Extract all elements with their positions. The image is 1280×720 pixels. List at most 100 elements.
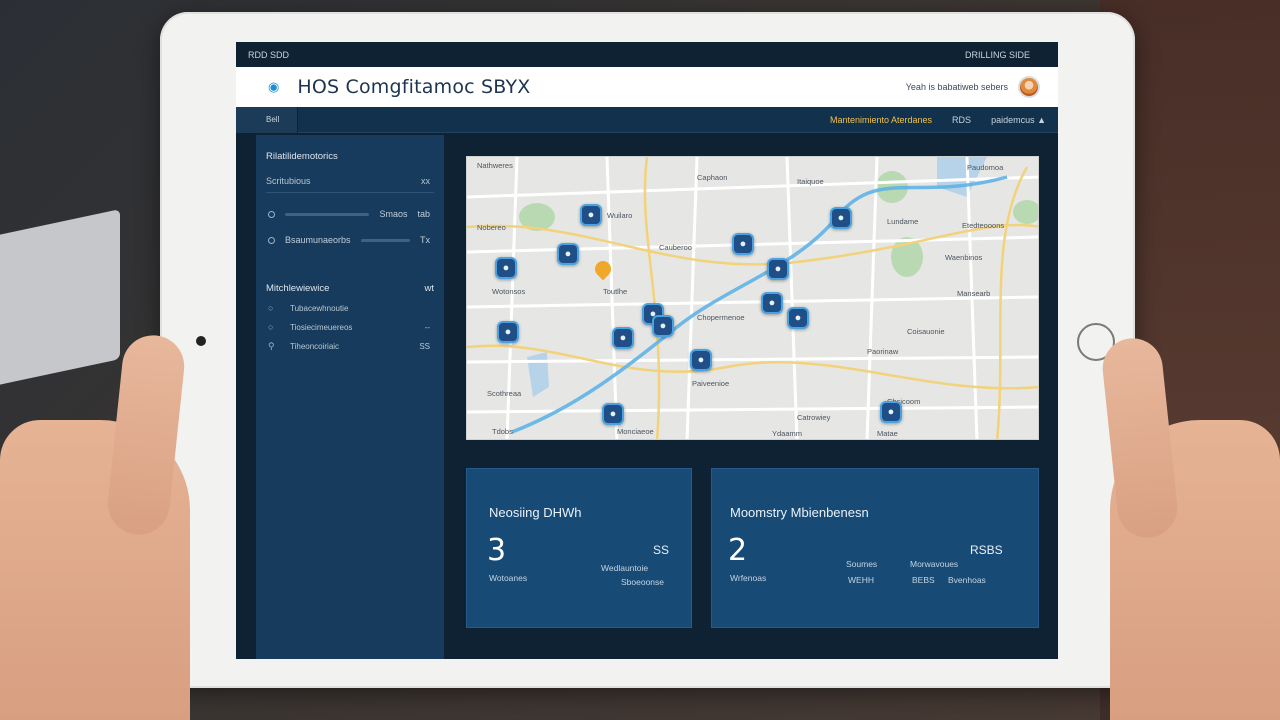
map-label: Chopermenoe (697, 313, 745, 322)
map-label: Lundame (887, 217, 919, 226)
circle-icon: ○ (268, 322, 274, 332)
location-icon: ⚲ (268, 341, 275, 351)
sidebar-item[interactable]: ○ Tubacewhnoutie (256, 294, 444, 313)
sidebar-item[interactable]: ○ Tiosiecimeuereos -- (256, 313, 444, 332)
status-right: DRILLING SIDE (964, 49, 1030, 60)
map-label: Catrowiey (797, 413, 831, 422)
map-label: Caphaon (697, 173, 728, 182)
header-status-text: Yeah is babatiweb sebers (905, 82, 1008, 92)
map-label: Tdobs (492, 427, 513, 436)
map-label: Matae (877, 429, 898, 438)
sidebar-heading: Rilatilidemotorics (266, 151, 338, 162)
card-top-right: RSBS (970, 543, 1003, 557)
map-label: Cauberoo (659, 243, 692, 252)
vehicle-icon[interactable]: ● (495, 257, 517, 279)
card-bottom-b: BEBS (912, 575, 935, 585)
map-roads (467, 157, 1038, 439)
card-bottom-a: WEHH (848, 575, 874, 585)
card-sub-label: Wrfenoas (730, 573, 767, 583)
vehicle-icon[interactable]: ● (732, 233, 754, 255)
vehicle-icon[interactable]: ● (787, 307, 809, 329)
vehicle-icon[interactable]: ● (557, 243, 579, 265)
card-bottom-right: Sboeoonse (621, 577, 665, 587)
vehicle-icon[interactable]: ● (652, 315, 674, 337)
sidebar-subheading-badge: xx (421, 176, 430, 186)
sidebar-progress-bar (285, 212, 370, 216)
vehicle-icon[interactable]: ● (580, 204, 602, 226)
sidebar-item[interactable]: ⚲ Tiheoncoiriaic SS (256, 332, 444, 352)
user-avatar-icon[interactable] (1018, 76, 1040, 98)
map-label: Paiveenioe (692, 379, 730, 388)
map-label: Itaiquoe (797, 177, 824, 186)
map-label: Nobereo (477, 223, 506, 232)
map-label: Toutlhe (603, 287, 628, 296)
map-label: Waenbinos (945, 253, 983, 262)
sidebar-item-label: Tiheoncoiriaic (290, 342, 340, 351)
fleet-map[interactable]: Nathweres Caphaon Itaiquoe Paudomoa Wuil… (466, 156, 1039, 440)
card-bottom-c: Bvenhoas (948, 575, 986, 585)
map-label: Monciaeoe (617, 427, 654, 436)
stat-card-1[interactable]: Neosiing DHWh 3 Wotoanes SS Wedlauntoie … (466, 468, 692, 628)
sidebar-section-badge: wt (424, 283, 435, 294)
sidebar-row-2[interactable]: Bsaumunaeorbs Tx (256, 219, 444, 245)
front-camera (196, 336, 206, 346)
app-title: HOS Comgfitamoc SBYX (297, 76, 531, 98)
map-label: Wuilaro (607, 211, 633, 220)
nav-links: Mantenimiento Aterdanes RDS paidemcus ▲ (830, 115, 1046, 125)
sidebar-row-value: tab (417, 209, 430, 219)
background-paper (0, 209, 120, 391)
vehicle-icon[interactable]: ● (612, 327, 634, 349)
vehicle-icon[interactable]: ● (761, 292, 783, 314)
sidebar-row-label: Bsaumunaeorbs (285, 235, 351, 245)
vehicle-icon[interactable]: ● (602, 403, 624, 425)
card-sub-label: Wotoanes (489, 573, 528, 583)
map-label: Nathweres (477, 161, 513, 170)
card-mid-a: Soumes (846, 559, 878, 569)
map-label: Etedteooons (962, 221, 1005, 230)
sidebar-item-label: Tiosiecimeuereos (290, 322, 353, 332)
status-left: RDD SDD (248, 49, 290, 60)
sidebar-subheading: Scritubious (266, 176, 311, 186)
sidebar-section-title: Mitchlewiewice (266, 283, 330, 294)
nav-bar: Bell Mantenimiento Aterdanes RDS paidemc… (236, 106, 1058, 133)
map-label: Mansearb (957, 289, 991, 298)
sidebar-row-value: Tx (420, 235, 430, 245)
map-label: Coisauonie (907, 327, 945, 336)
sidebar: Rilatilidemotorics Scritubious xx Smaos … (256, 135, 444, 659)
map-label: Paudomoa (967, 163, 1004, 172)
card-mid-right: Wedlauntoie (601, 563, 649, 573)
tab-bell[interactable]: Bell (236, 106, 299, 133)
map-label: Wotonsos (492, 287, 526, 296)
radio-button[interactable] (268, 210, 275, 218)
vehicle-icon[interactable]: ● (767, 258, 789, 280)
nav-link-rds[interactable]: RDS (952, 115, 971, 125)
vehicle-icon[interactable]: ● (690, 349, 712, 371)
card-title: Neosiing DHWh (489, 505, 582, 520)
sidebar-subheading-row: Scritubious xx (256, 162, 444, 186)
map-label: Paorinaw (867, 347, 899, 356)
map-label: Scothreaa (487, 389, 522, 398)
sidebar-item-label: Tubacewhnoutie (290, 303, 349, 313)
card-title: Moomstry Mbienbenesn (730, 505, 869, 520)
vehicle-icon[interactable]: ● (830, 207, 852, 229)
tablet-screen: RDD SDD DRILLING SIDE ◉ HOS Comgfitamoc … (236, 42, 1058, 659)
nav-link-paidemcus[interactable]: paidemcus ▲ (991, 115, 1046, 125)
stat-card-2[interactable]: Moomstry Mbienbenesn 2 Wrfenoas RSBS Sou… (711, 468, 1039, 628)
vehicle-icon[interactable]: ● (880, 401, 902, 423)
card-number: 2 (728, 533, 748, 568)
sidebar-section-header: Mitchlewiewice wt (256, 245, 444, 294)
nav-alert-link[interactable]: Mantenimiento Aterdanes (830, 115, 932, 125)
sidebar-row-1[interactable]: Smaos tab (256, 193, 444, 219)
map-label: Ydaamm (772, 429, 803, 438)
sidebar-item-value: SS (419, 342, 430, 351)
card-number: 3 (487, 533, 507, 568)
app-header: ◉ HOS Comgfitamoc SBYX Yeah is babatiweb… (236, 67, 1058, 107)
sidebar-progress-bar (360, 238, 410, 242)
status-bar: RDD SDD DRILLING SIDE (236, 42, 1058, 67)
circle-icon: ○ (268, 303, 274, 313)
header-right: Yeah is babatiweb sebers (906, 76, 1040, 98)
radio-button[interactable] (268, 236, 275, 244)
vehicle-icon[interactable]: ● (497, 321, 519, 343)
sidebar-row-label: Smaos (379, 209, 408, 219)
app-logo-icon: ◉ (268, 79, 280, 94)
